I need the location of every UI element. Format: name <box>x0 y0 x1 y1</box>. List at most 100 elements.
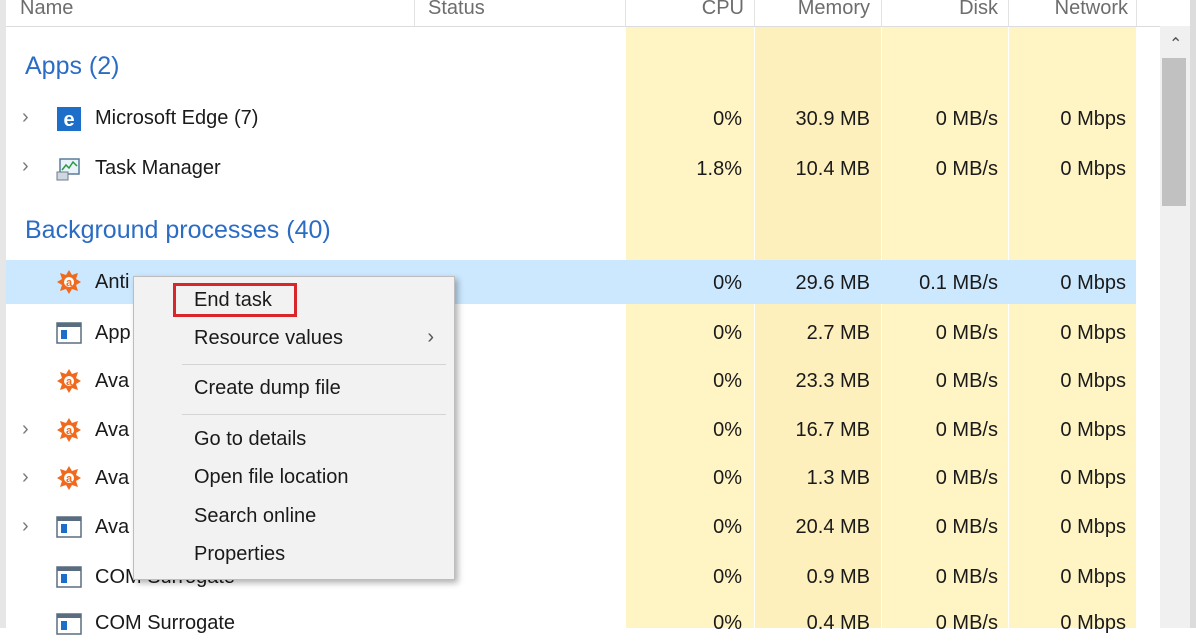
process-name: Ava <box>95 419 130 441</box>
memory-value: 23.3 MB <box>795 370 870 392</box>
column-separator[interactable] <box>881 0 882 26</box>
network-value: 0 Mbps <box>1060 108 1126 130</box>
column-header: Name Status CPU Memory Disk Network <box>6 0 1160 27</box>
network-value: 0 Mbps <box>1060 322 1126 344</box>
expand-chevron-icon[interactable]: › <box>22 418 29 441</box>
avast-icon: a <box>56 465 82 491</box>
disk-value: 0 MB/s <box>935 370 998 392</box>
service-window-icon <box>56 564 82 590</box>
disk-value: 0.1 MB/s <box>919 272 998 294</box>
disk-value: 0 MB/s <box>935 612 998 634</box>
disk-value: 0 MB/s <box>935 108 998 130</box>
disk-value: 0 MB/s <box>935 467 998 489</box>
network-value: 0 Mbps <box>1060 516 1126 538</box>
memory-value: 29.6 MB <box>795 272 870 294</box>
menu-item-properties[interactable]: Properties <box>194 543 285 566</box>
cpu-value: 1.8% <box>696 158 742 180</box>
menu-item-end-task[interactable]: End task <box>194 289 272 312</box>
network-value: 0 Mbps <box>1060 566 1126 588</box>
network-value: 0 Mbps <box>1060 612 1126 634</box>
submenu-arrow-icon: › <box>427 326 434 348</box>
cpu-value: 0% <box>713 272 742 294</box>
cpu-value: 0% <box>713 566 742 588</box>
column-network[interactable]: Network <box>1018 0 1128 26</box>
svg-text:e: e <box>63 109 74 131</box>
svg-text:a: a <box>66 473 73 485</box>
memory-value: 30.9 MB <box>795 108 870 130</box>
menu-item-resource-values[interactable]: Resource values <box>194 327 343 350</box>
context-menu: End task Resource values › Create dump f… <box>133 276 455 580</box>
expand-chevron-icon[interactable]: › <box>22 155 29 178</box>
cpu-value: 0% <box>713 516 742 538</box>
disk-value: 0 MB/s <box>935 158 998 180</box>
process-name: Anti <box>95 271 130 293</box>
menu-separator <box>182 364 446 365</box>
column-separator[interactable] <box>1136 0 1137 26</box>
column-disk[interactable]: Disk <box>896 0 998 26</box>
column-cpu[interactable]: CPU <box>696 0 744 26</box>
memory-value: 0.9 MB <box>806 566 870 588</box>
svg-text:a: a <box>66 425 73 437</box>
menu-separator <box>182 414 446 415</box>
scroll-up-arrow-icon[interactable]: ⌃ <box>1169 34 1182 54</box>
expand-chevron-icon[interactable]: › <box>22 466 29 489</box>
memory-value: 20.4 MB <box>795 516 870 538</box>
cpu-value: 0% <box>713 370 742 392</box>
disk-value: 0 MB/s <box>935 566 998 588</box>
memory-value: 1.3 MB <box>806 467 870 489</box>
avast-icon: a <box>56 417 82 443</box>
task-manager-icon <box>56 156 82 182</box>
column-name[interactable]: Name <box>20 0 73 26</box>
window-left-border <box>0 0 6 628</box>
cpu-value: 0% <box>713 419 742 441</box>
cpu-value: 0% <box>713 322 742 344</box>
service-window-icon <box>56 320 82 346</box>
service-window-icon <box>56 514 82 540</box>
group-title-apps: Apps (2) <box>25 52 120 80</box>
svg-text:a: a <box>66 376 73 388</box>
edge-icon: e <box>56 106 82 132</box>
column-separator[interactable] <box>625 0 626 26</box>
process-name: Microsoft Edge (7) <box>95 107 259 129</box>
disk-value: 0 MB/s <box>935 516 998 538</box>
menu-item-open-file-location[interactable]: Open file location <box>194 466 349 489</box>
menu-item-create-dump-file[interactable]: Create dump file <box>194 377 341 400</box>
avast-icon: a <box>56 269 82 295</box>
process-name: App <box>95 322 131 344</box>
column-separator[interactable] <box>754 0 755 26</box>
group-title-background: Background processes (40) <box>25 216 331 244</box>
svg-text:a: a <box>66 277 73 289</box>
column-separator[interactable] <box>1008 0 1009 26</box>
column-status[interactable]: Status <box>428 0 485 26</box>
network-value: 0 Mbps <box>1060 370 1126 392</box>
window-right-border <box>1190 0 1196 628</box>
process-name: Ava <box>95 467 130 489</box>
cpu-value: 0% <box>713 108 742 130</box>
network-value: 0 Mbps <box>1060 158 1126 180</box>
process-name: COM Surrogate <box>95 612 236 634</box>
expand-chevron-icon[interactable]: › <box>22 106 29 129</box>
avast-icon: a <box>56 368 82 394</box>
column-separator[interactable] <box>414 0 415 26</box>
cpu-value: 0% <box>713 612 742 634</box>
network-value: 0 Mbps <box>1060 419 1126 441</box>
scrollbar-thumb[interactable] <box>1162 58 1186 206</box>
process-name: Ava <box>95 516 130 538</box>
disk-value: 0 MB/s <box>935 419 998 441</box>
memory-value: 2.7 MB <box>806 322 870 344</box>
cpu-value: 0% <box>713 467 742 489</box>
memory-value: 10.4 MB <box>795 158 870 180</box>
process-name: Task Manager <box>95 157 221 179</box>
menu-item-search-online[interactable]: Search online <box>194 505 316 528</box>
disk-value: 0 MB/s <box>935 322 998 344</box>
process-name: Ava <box>95 370 130 392</box>
service-window-icon <box>56 611 82 637</box>
menu-item-go-to-details[interactable]: Go to details <box>194 428 306 451</box>
expand-chevron-icon[interactable]: › <box>22 515 29 538</box>
column-memory[interactable]: Memory <box>766 0 870 26</box>
network-value: 0 Mbps <box>1060 272 1126 294</box>
memory-value: 0.4 MB <box>806 612 870 634</box>
network-value: 0 Mbps <box>1060 467 1126 489</box>
memory-value: 16.7 MB <box>795 419 870 441</box>
vertical-scrollbar[interactable]: ⌃ <box>1160 26 1190 628</box>
